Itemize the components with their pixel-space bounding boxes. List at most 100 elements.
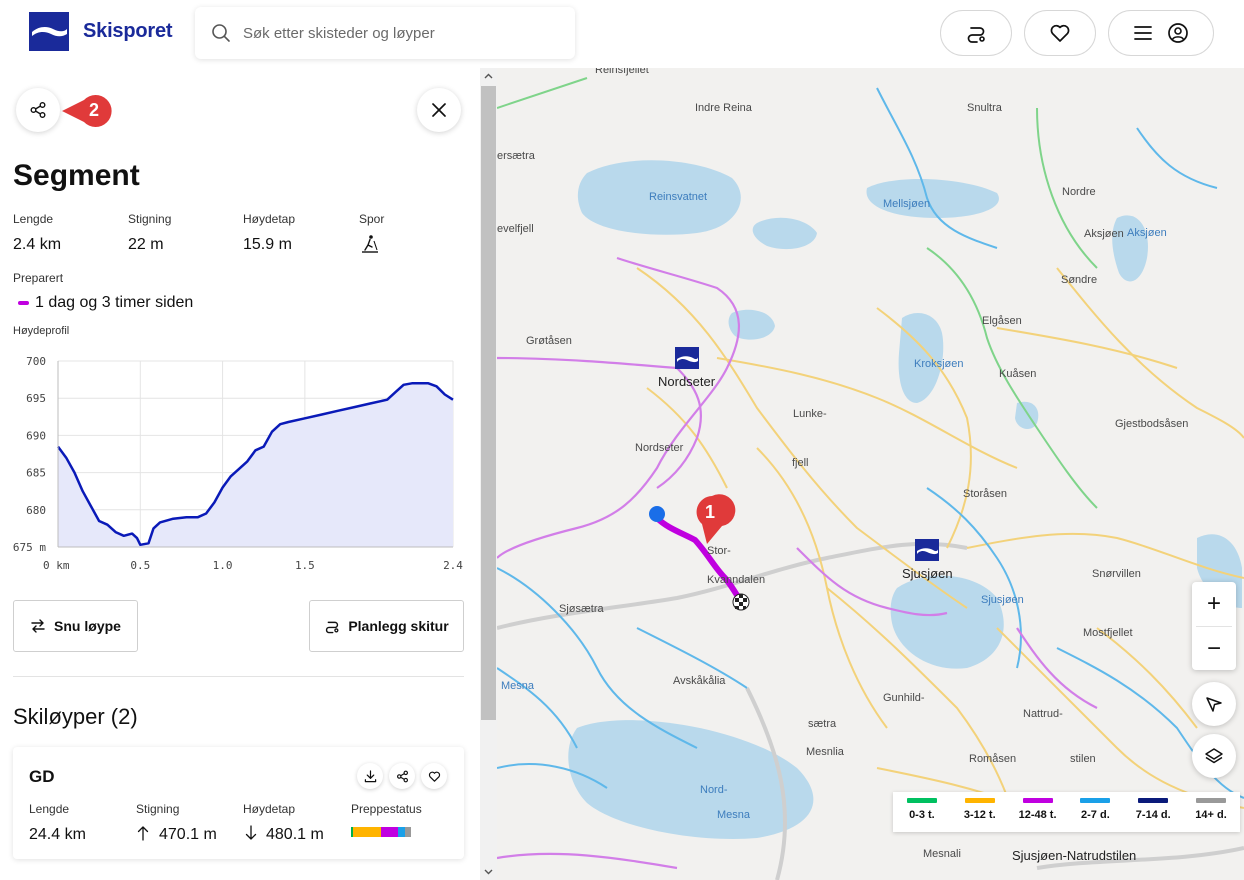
map-label: Mesnali: [923, 848, 961, 860]
plan-ski-trip-label: Planlegg skitur: [348, 618, 449, 634]
map-canvas[interactable]: [497, 68, 1244, 880]
route-planner-button[interactable]: [940, 10, 1012, 56]
scroll-up-arrow[interactable]: [484, 72, 493, 81]
legend-item: 0-3 t.: [893, 792, 951, 832]
segment-finish-marker[interactable]: [732, 593, 750, 611]
resort-marker-sjusjoen[interactable]: [915, 539, 939, 561]
trail-ascent-value: 470.1 m: [159, 826, 217, 843]
descent-label: Høydetap: [243, 212, 296, 226]
plan-ski-trip-button[interactable]: Planlegg skitur: [309, 600, 464, 652]
chart-y-tick-label: 680: [26, 504, 46, 517]
brand-name[interactable]: Skisporet: [83, 20, 173, 43]
arrow-down-icon: [245, 825, 257, 840]
heart-icon: [1050, 24, 1070, 42]
trail-map[interactable]: Reinsfjellet Indre Reina Snultra ersætra…: [497, 68, 1244, 880]
legend-item: 3-12 t.: [951, 792, 1009, 832]
track-label: Spor: [359, 212, 385, 226]
map-label: ersætra: [497, 150, 535, 162]
elevation-profile-chart[interactable]: 675 m 680 685 690 695 700 0 km 0.5 1.0 1.5 2.4: [0, 348, 470, 578]
annotation-marker-1-label: 1: [705, 502, 716, 522]
route-icon: [967, 27, 985, 43]
preparation-legend: 0-3 t. 3-12 t. 12-48 t. 2-7 d. 7-14 d. 1…: [893, 792, 1240, 832]
scroll-thumb[interactable]: [481, 86, 496, 720]
prep-status-segment: [397, 827, 405, 837]
legend-swatch: [1080, 798, 1111, 803]
map-trails-green: [497, 77, 1098, 509]
preparation-swatch: [18, 301, 29, 305]
map-label: Gjestbodsåsen: [1115, 418, 1189, 430]
panel-scrollbar[interactable]: [480, 68, 497, 880]
map-label-resort: Nordseter: [658, 374, 716, 389]
trail-name: GD: [29, 767, 55, 786]
trail-card[interactable]: GD Lengde 24.4 km Stigning 470.1 m Høyde…: [13, 747, 464, 859]
map-label: Kroksjøen: [914, 358, 964, 370]
search-input[interactable]: [243, 21, 563, 45]
legend-label: 2-7 d.: [1081, 809, 1110, 821]
map-label: Reinsvatnet: [649, 191, 708, 203]
share-button[interactable]: [16, 88, 60, 132]
favorites-button[interactable]: [1024, 10, 1096, 56]
descent-value: 15.9 m: [243, 236, 292, 253]
map-label: Storåsen: [963, 488, 1008, 500]
map-label: Sjøsætra: [559, 603, 604, 615]
zoom-out-button[interactable]: −: [1192, 627, 1236, 670]
preparation-value: 1 dag og 3 timer siden: [35, 294, 194, 311]
resort-marker-nordseter[interactable]: [675, 347, 699, 369]
route-icon: [326, 621, 339, 634]
map-label: Søndre: [1061, 274, 1098, 286]
menu-icon: [1134, 26, 1152, 40]
share-icon: [30, 102, 46, 118]
preparation-status: 1 dag og 3 timer siden: [18, 294, 193, 312]
chart-x-tick-label: 0.5: [130, 559, 150, 572]
map-label: Nattrud-: [1023, 708, 1063, 720]
map-label: Nordre: [1062, 186, 1096, 198]
trail-descent-label: Høydetap: [243, 802, 296, 816]
chart-y-tick-label: 675 m: [13, 541, 46, 554]
chart-y-tick-label: 700: [26, 355, 46, 368]
menu-account-button[interactable]: [1108, 10, 1214, 56]
map-label: Mellsjøen: [883, 198, 931, 210]
map-label: Mesna: [501, 680, 535, 692]
map-label: Sjusjøen-Natrudstilen: [1012, 848, 1137, 863]
legend-swatch: [1138, 798, 1169, 803]
chart-x-tick-label: 1.5: [295, 559, 315, 572]
ascent-value: 22 m: [128, 236, 164, 253]
trail-share-button[interactable]: [389, 763, 415, 789]
legend-item: 2-7 d.: [1066, 792, 1124, 832]
top-bar: Skisporet: [0, 0, 1244, 68]
map-label: Kuåsen: [999, 368, 1037, 380]
preparation-label: Preparert: [13, 271, 64, 285]
skisporet-logo[interactable]: [29, 12, 69, 51]
map-label: Grøtåsen: [526, 335, 572, 347]
map-label: Stor-: [707, 545, 731, 557]
map-water: [568, 160, 1242, 839]
zoom-in-button[interactable]: +: [1192, 582, 1236, 626]
close-button[interactable]: [417, 88, 461, 132]
highlighted-segment[interactable]: [654, 515, 744, 604]
ascent-label: Stigning: [128, 212, 172, 226]
scroll-down-arrow[interactable]: [484, 867, 493, 876]
map-label: Avskåkålia: [673, 675, 726, 687]
annotation-marker-1: [696, 494, 736, 544]
map-layers-button[interactable]: [1192, 734, 1236, 778]
legend-swatch: [1022, 798, 1053, 803]
map-label: Snørvillen: [1092, 568, 1141, 580]
search-box[interactable]: [195, 7, 575, 59]
prep-status-bar: [351, 827, 411, 837]
download-gpx-button[interactable]: [357, 763, 383, 789]
trail-prep-label: Preppestatus: [351, 802, 422, 816]
zoom-controls: + −: [1192, 582, 1236, 670]
prep-status-segment: [404, 827, 411, 837]
segment-start-marker[interactable]: [649, 506, 665, 522]
map-label: Mostfjellet: [1083, 627, 1133, 639]
locate-me-button[interactable]: [1192, 682, 1236, 726]
chart-x-tick-label: 2.4: [443, 559, 463, 572]
map-label: Gunhild-: [883, 692, 925, 704]
trail-favorite-button[interactable]: [421, 763, 447, 789]
length-value: 2.4 km: [13, 236, 62, 253]
reverse-trail-button[interactable]: Snu løype: [13, 600, 138, 652]
map-label: Mesna: [717, 809, 751, 821]
legend-item: 7-14 d.: [1124, 792, 1182, 832]
map-label: Kvanndalen: [707, 574, 766, 586]
trail-descent-value: 480.1 m: [266, 826, 324, 843]
